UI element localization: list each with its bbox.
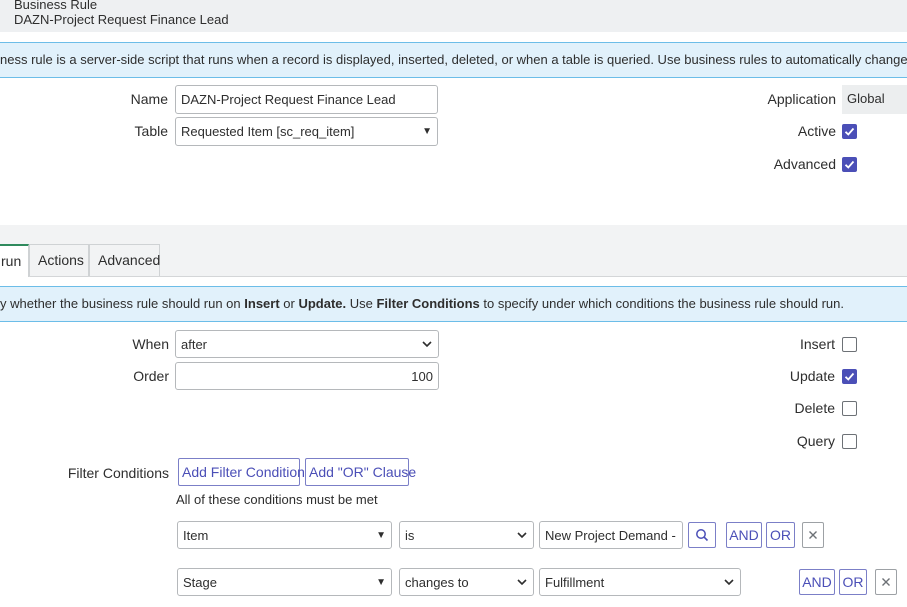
search-icon xyxy=(696,529,709,542)
filter-conditions-label: Filter Conditions xyxy=(67,465,169,481)
chevron-down-icon xyxy=(422,341,432,348)
record-type-label: Business Rule xyxy=(14,0,98,12)
tab-label: Advanced xyxy=(98,252,161,268)
condition-value-input[interactable]: New Project Demand - F xyxy=(539,521,683,549)
tab-advanced[interactable]: Advanced xyxy=(89,244,160,276)
condition-field-value: Item xyxy=(183,527,209,543)
remove-condition-button[interactable] xyxy=(802,522,824,548)
name-label: Name xyxy=(130,91,168,107)
condition-operator-value: is xyxy=(405,527,415,543)
info-text-3: Use xyxy=(346,296,377,311)
delete-checkbox[interactable] xyxy=(842,401,857,416)
add-or-clause-button[interactable]: Add "OR" Clause xyxy=(305,458,416,486)
when-label: When xyxy=(132,336,169,352)
info-text-4: to specify under which conditions the bu… xyxy=(479,296,844,311)
name-input-value: DAZN-Project Request Finance Lead xyxy=(181,92,396,107)
checkmark-icon xyxy=(844,372,855,381)
advanced-label: Advanced xyxy=(773,156,836,172)
condition-field-select[interactable]: Stage ▼ xyxy=(177,568,392,596)
close-icon xyxy=(882,578,890,586)
condition-field-value: Stage xyxy=(183,574,217,590)
info-bold-insert: Insert xyxy=(244,296,280,311)
add-filter-condition-button[interactable]: Add Filter Condition xyxy=(178,458,305,486)
condition-value-select[interactable]: Fulfillment xyxy=(539,568,741,596)
info-bold-filter-conditions: Filter Conditions xyxy=(376,296,480,311)
chevron-down-icon xyxy=(517,579,527,586)
caret-down-icon: ▼ xyxy=(376,576,386,588)
when-select-value: after xyxy=(181,336,208,352)
condition-value-text: Fulfillment xyxy=(545,574,605,590)
caret-down-icon: ▼ xyxy=(376,529,386,541)
caret-down-icon: ▼ xyxy=(422,126,432,137)
condition-operator-select[interactable]: is xyxy=(399,521,534,549)
record-name-heading: DAZN-Project Request Finance Lead xyxy=(14,12,229,27)
and-button[interactable]: AND xyxy=(799,569,835,595)
condition-field-select[interactable]: Item ▼ xyxy=(177,521,392,549)
query-checkbox[interactable] xyxy=(842,434,857,449)
business-rule-info-banner: ness rule is a server-side script that r… xyxy=(0,42,907,78)
form-header: Business Rule DAZN-Project Request Finan… xyxy=(0,0,907,32)
or-button[interactable]: OR xyxy=(839,569,867,595)
name-input[interactable]: DAZN-Project Request Finance Lead xyxy=(175,85,438,114)
checkmark-icon xyxy=(844,127,855,136)
insert-checkbox[interactable] xyxy=(842,337,857,352)
advanced-checkbox[interactable] xyxy=(842,157,857,172)
tab-when-to-run[interactable]: run xyxy=(0,244,29,277)
conditions-must-be-met-text: All of these conditions must be met xyxy=(176,492,378,507)
or-button[interactable]: OR xyxy=(766,522,795,548)
and-button[interactable]: AND xyxy=(726,522,762,548)
application-label: Application xyxy=(767,91,837,107)
insert-label: Insert xyxy=(799,336,835,352)
checkmark-icon xyxy=(844,160,855,169)
when-select[interactable]: after xyxy=(175,330,439,358)
info-banner-text: ness rule is a server-side script that r… xyxy=(0,52,907,67)
close-icon xyxy=(809,531,817,539)
table-select[interactable]: Requested Item [sc_req_item] ▼ xyxy=(175,117,438,146)
info-text-1: y whether the business rule should run o… xyxy=(0,296,245,311)
lookup-button[interactable] xyxy=(688,522,716,548)
table-label: Table xyxy=(134,123,168,139)
chevron-down-icon xyxy=(724,579,734,586)
chevron-down-icon xyxy=(517,532,527,539)
delete-label: Delete xyxy=(794,400,835,416)
order-label: Order xyxy=(133,368,169,384)
tab-actions[interactable]: Actions xyxy=(29,244,89,276)
info-text-2: or xyxy=(279,296,299,311)
tab-label: run xyxy=(1,253,22,269)
update-checkbox[interactable] xyxy=(842,369,857,384)
info-bold-update: Update. xyxy=(298,296,347,311)
active-label: Active xyxy=(797,123,836,139)
condition-operator-select[interactable]: changes to xyxy=(399,568,534,596)
query-label: Query xyxy=(796,433,835,449)
tab-label: Actions xyxy=(38,252,84,268)
order-input[interactable]: 100 xyxy=(175,362,439,390)
table-select-value: Requested Item [sc_req_item] xyxy=(181,124,355,139)
condition-operator-value: changes to xyxy=(405,574,469,590)
order-input-value: 100 xyxy=(411,368,433,384)
condition-value-text: New Project Demand - F xyxy=(545,527,677,543)
update-label: Update xyxy=(789,368,835,384)
remove-condition-button[interactable] xyxy=(875,569,897,595)
application-value: Global xyxy=(842,85,907,114)
active-checkbox[interactable] xyxy=(842,124,857,139)
when-to-run-info-banner: y whether the business rule should run o… xyxy=(0,286,907,322)
